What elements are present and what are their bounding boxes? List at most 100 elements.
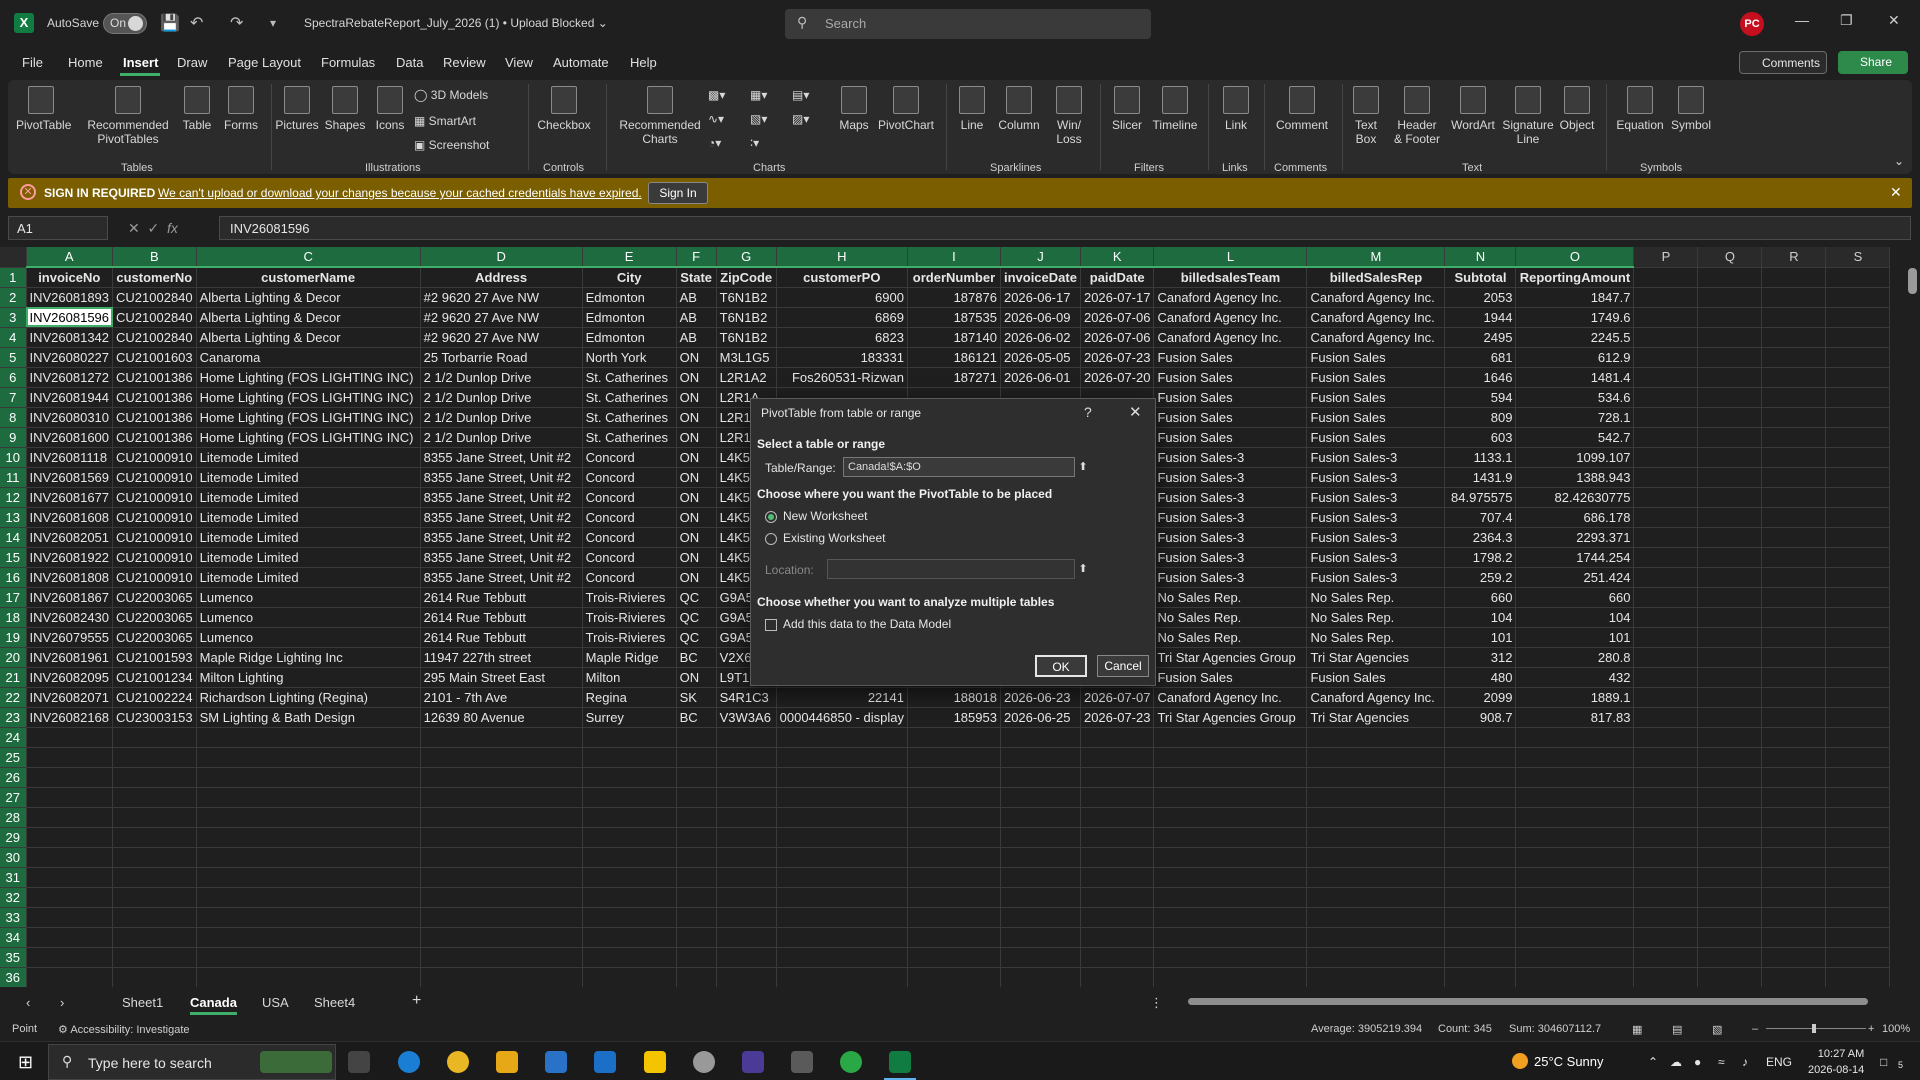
cell[interactable]: 1388.943 — [1515, 467, 1635, 488]
cell[interactable] — [420, 747, 583, 768]
cell[interactable] — [1633, 447, 1699, 468]
cell[interactable] — [1080, 787, 1155, 808]
cell[interactable] — [1697, 787, 1763, 808]
row-header[interactable]: 33 — [0, 907, 27, 928]
cell[interactable] — [1761, 607, 1827, 628]
tab-draw[interactable]: Draw — [177, 55, 207, 70]
cell[interactable]: 2293.371 — [1515, 527, 1635, 548]
cell[interactable]: Lumenco — [196, 607, 421, 628]
cell[interactable]: CU21000910 — [112, 447, 197, 468]
cell[interactable] — [1761, 427, 1827, 448]
cell[interactable] — [1515, 967, 1635, 987]
cell[interactable] — [1633, 727, 1699, 748]
cell[interactable] — [1515, 727, 1635, 748]
cell[interactable]: INV26081569 — [26, 467, 114, 488]
cell[interactable]: Fusion Sales-3 — [1306, 467, 1446, 488]
cell[interactable]: CU21001386 — [112, 387, 197, 408]
row-header[interactable]: 9 — [0, 427, 27, 448]
cell[interactable]: Tri Star Agencies — [1306, 647, 1446, 668]
scrollbar-thumb[interactable] — [1188, 998, 1868, 1005]
cell[interactable] — [1515, 907, 1635, 928]
column-header[interactable]: D — [420, 247, 583, 268]
cell[interactable]: INV26082095 — [26, 667, 114, 688]
cell[interactable]: 2099 — [1444, 687, 1517, 708]
calculator-icon[interactable] — [791, 1051, 813, 1073]
cell[interactable] — [1444, 727, 1517, 748]
cell[interactable]: INV26079555 — [26, 627, 114, 648]
taskbar-search-input[interactable]: Type here to search — [88, 1055, 212, 1071]
cell[interactable]: L2R1A2 — [716, 367, 777, 388]
cell[interactable] — [1697, 967, 1763, 987]
cell[interactable] — [1697, 587, 1763, 608]
cell[interactable]: 8355 Jane Street, Unit #2 — [420, 547, 583, 568]
cell[interactable] — [907, 747, 1001, 768]
3d-models-button[interactable]: ◯ 3D Models — [414, 88, 488, 102]
cell[interactable]: St. Catherines — [582, 407, 677, 428]
cell[interactable]: Fusion Sales-3 — [1153, 567, 1308, 588]
row-header[interactable]: 4 — [0, 327, 27, 348]
tab-file[interactable]: File — [22, 55, 43, 70]
column-header[interactable]: K — [1080, 247, 1155, 268]
cell[interactable] — [1697, 667, 1763, 688]
column-header[interactable]: G — [716, 247, 777, 268]
row-header[interactable]: 18 — [0, 607, 27, 628]
cell[interactable]: CU21001234 — [112, 667, 197, 688]
cell[interactable] — [1697, 327, 1763, 348]
cell[interactable] — [1444, 867, 1517, 888]
normal-view-icon[interactable]: ▦ — [1632, 1023, 1642, 1036]
cell[interactable]: 2 1/2 Dunlop Drive — [420, 427, 583, 448]
row-header[interactable]: 28 — [0, 807, 27, 828]
cell[interactable] — [1153, 967, 1308, 987]
cell[interactable] — [26, 847, 114, 868]
cell[interactable]: 660 — [1515, 587, 1635, 608]
row-header[interactable]: 13 — [0, 507, 27, 528]
cell[interactable] — [1825, 827, 1891, 848]
cell[interactable] — [112, 907, 197, 928]
cell[interactable] — [1306, 727, 1446, 748]
windows-start-icon[interactable]: ⊞ — [18, 1052, 33, 1073]
cell[interactable] — [1444, 927, 1517, 948]
cell[interactable] — [1761, 367, 1827, 388]
cell[interactable]: ON — [676, 527, 717, 548]
cell[interactable] — [1515, 887, 1635, 908]
cell[interactable] — [1444, 767, 1517, 788]
cell[interactable]: orderNumber — [907, 267, 1001, 288]
cell[interactable] — [1633, 687, 1699, 708]
cell[interactable]: North York — [582, 347, 677, 368]
cell[interactable]: Home Lighting (FOS LIGHTING INC) — [196, 427, 421, 448]
cell[interactable]: Milton Lighting — [196, 667, 421, 688]
cell[interactable] — [582, 847, 677, 868]
cell[interactable] — [676, 867, 717, 888]
row-header[interactable]: 15 — [0, 547, 27, 568]
cell[interactable] — [1515, 807, 1635, 828]
cell[interactable] — [1761, 447, 1827, 468]
cell[interactable] — [196, 767, 421, 788]
cell[interactable] — [1633, 607, 1699, 628]
column-header[interactable]: L — [1153, 247, 1308, 268]
cell[interactable] — [1761, 667, 1827, 688]
cell[interactable] — [1153, 907, 1308, 928]
cell[interactable]: Litemode Limited — [196, 467, 421, 488]
cell[interactable]: CU23003153 — [112, 707, 197, 728]
horizontal-scrollbar[interactable] — [1172, 997, 1907, 1007]
cell[interactable] — [26, 787, 114, 808]
cell[interactable]: 2 1/2 Dunlop Drive — [420, 407, 583, 428]
scatter-chart-icon[interactable]: ∶▾ — [750, 136, 759, 150]
cell[interactable]: CU21000910 — [112, 467, 197, 488]
cell[interactable]: INV26081677 — [26, 487, 114, 508]
row-header[interactable]: 31 — [0, 867, 27, 888]
cell[interactable] — [1697, 607, 1763, 628]
cell[interactable]: 8355 Jane Street, Unit #2 — [420, 567, 583, 588]
cell[interactable]: CU21002840 — [112, 327, 197, 348]
cell[interactable]: Canaford Agency Inc. — [1153, 307, 1308, 328]
pivotchart-button[interactable]: PivotChart — [874, 86, 938, 132]
cell[interactable] — [1633, 647, 1699, 668]
cell[interactable]: 728.1 — [1515, 407, 1635, 428]
cell[interactable] — [196, 947, 421, 968]
cell[interactable]: 686.178 — [1515, 507, 1635, 528]
icons-button[interactable]: Icons — [368, 86, 412, 132]
cell[interactable] — [1633, 347, 1699, 368]
shapes-button[interactable]: Shapes — [320, 86, 370, 132]
cell[interactable]: ON — [676, 547, 717, 568]
cell[interactable]: V3W3A6 — [716, 707, 777, 728]
